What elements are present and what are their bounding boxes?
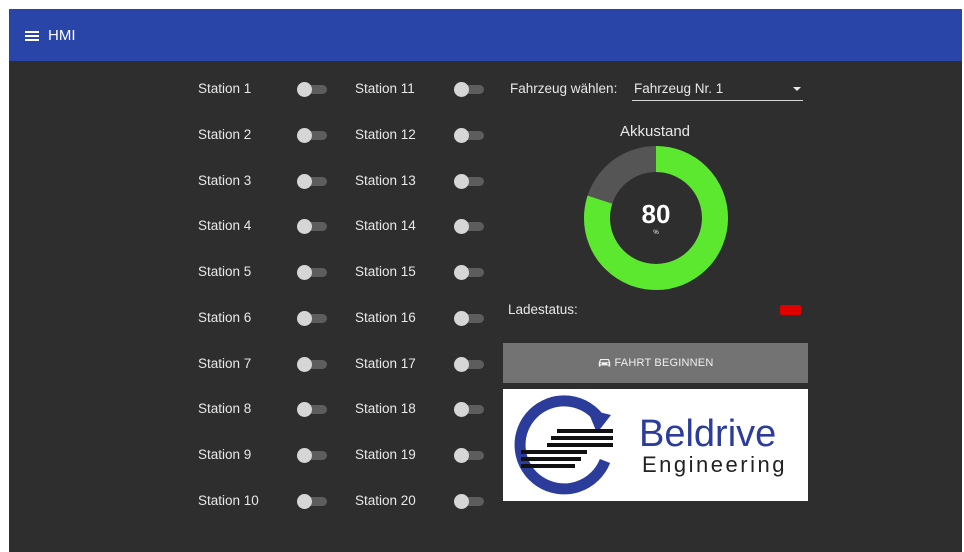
toggle-thumb	[454, 356, 469, 372]
station-label: Station 12	[355, 126, 416, 142]
toggle-thumb	[297, 402, 312, 418]
charging-status-label: Ladestatus:	[508, 302, 578, 317]
toggle-thumb	[454, 219, 469, 235]
station-toggle[interactable]	[454, 219, 484, 235]
station-label: Station 18	[355, 401, 416, 417]
car-icon	[598, 359, 610, 367]
station-toggle[interactable]	[297, 82, 327, 97]
toggle-thumb	[454, 402, 469, 418]
app-title: HMI	[48, 27, 76, 44]
charging-status-indicator	[780, 305, 801, 315]
station-label: Station 2	[198, 126, 252, 142]
menu-icon[interactable]	[25, 31, 39, 41]
toggle-thumb	[297, 265, 312, 280]
app-bar: HMI	[9, 9, 962, 61]
station-toggle[interactable]	[297, 448, 327, 463]
beldrive-logo-mark	[514, 395, 613, 495]
station-toggle[interactable]	[297, 493, 327, 509]
toggle-thumb	[297, 127, 312, 143]
station-label: Station 20	[355, 492, 416, 508]
station-toggle[interactable]	[297, 219, 327, 235]
toggle-thumb	[297, 310, 312, 326]
toggle-thumb	[297, 356, 312, 372]
station-toggle[interactable]	[297, 127, 327, 143]
station-label: Station 16	[355, 309, 416, 325]
battery-gauge-unit: %	[653, 230, 659, 236]
station-toggle[interactable]	[454, 127, 484, 143]
vehicle-select-label: Fahrzeug wählen:	[510, 81, 618, 96]
toggle-thumb	[454, 127, 469, 143]
station-label: Station 4	[198, 218, 252, 234]
station-label: Station 7	[198, 355, 252, 371]
station-label: Station 10	[198, 492, 259, 508]
toggle-thumb	[297, 448, 312, 463]
station-label: Station 5	[198, 264, 252, 279]
station-toggle[interactable]	[297, 356, 327, 372]
station-toggle[interactable]	[297, 265, 327, 280]
app-window: HMI Station 1 Station 2 Station 3 Station 4…	[9, 9, 962, 552]
toggle-thumb	[454, 82, 469, 97]
station-label: Station 6	[198, 309, 252, 325]
station-toggle[interactable]	[297, 173, 327, 189]
station-toggle[interactable]	[454, 173, 484, 189]
toggle-thumb	[454, 448, 469, 463]
toggle-thumb	[454, 493, 469, 509]
logo-wordmark-engineering: Engineering	[642, 452, 787, 477]
toggle-thumb	[454, 310, 469, 326]
toggle-thumb	[297, 82, 312, 97]
battery-gauge-value: 80	[641, 199, 671, 229]
station-toggle[interactable]	[297, 402, 327, 418]
station-label: Station 9	[198, 447, 252, 462]
vehicle-select-value: Fahrzeug Nr. 1	[634, 81, 724, 96]
station-toggle[interactable]	[454, 265, 484, 280]
station-toggle[interactable]	[454, 402, 484, 418]
start-trip-button[interactable]: FAHRT BEGINNEN	[503, 343, 808, 383]
station-label: Station 14	[355, 218, 416, 234]
vehicle-select[interactable]: Fahrzeug Nr. 1	[632, 79, 803, 101]
toggle-thumb	[297, 173, 312, 189]
station-toggle[interactable]	[454, 493, 484, 509]
station-label: Station 13	[355, 172, 416, 188]
station-label: Station 11	[355, 81, 415, 96]
station-label: Station 1	[198, 81, 252, 96]
start-trip-button-label: FAHRT BEGINNEN	[614, 357, 714, 369]
station-toggle[interactable]	[454, 356, 484, 372]
station-toggle[interactable]	[454, 310, 484, 326]
station-label: Station 17	[355, 355, 416, 371]
dropdown-caret-icon	[793, 87, 801, 91]
toggle-thumb	[454, 173, 469, 189]
station-label: Station 3	[198, 172, 252, 188]
battery-gauge-title: Akkustand	[619, 123, 691, 140]
toggle-thumb	[297, 493, 312, 509]
station-toggle[interactable]	[454, 448, 484, 463]
station-label: Station 15	[355, 264, 416, 279]
company-logo: Beldrive Engineering	[503, 389, 808, 501]
station-label: Station 19	[355, 447, 416, 462]
toggle-thumb	[297, 219, 312, 235]
station-label: Station 8	[198, 401, 252, 417]
toggle-thumb	[454, 265, 469, 280]
logo-wordmark-beldrive: Beldrive	[639, 413, 777, 455]
station-toggle[interactable]	[297, 310, 327, 326]
station-toggle[interactable]	[454, 82, 484, 97]
